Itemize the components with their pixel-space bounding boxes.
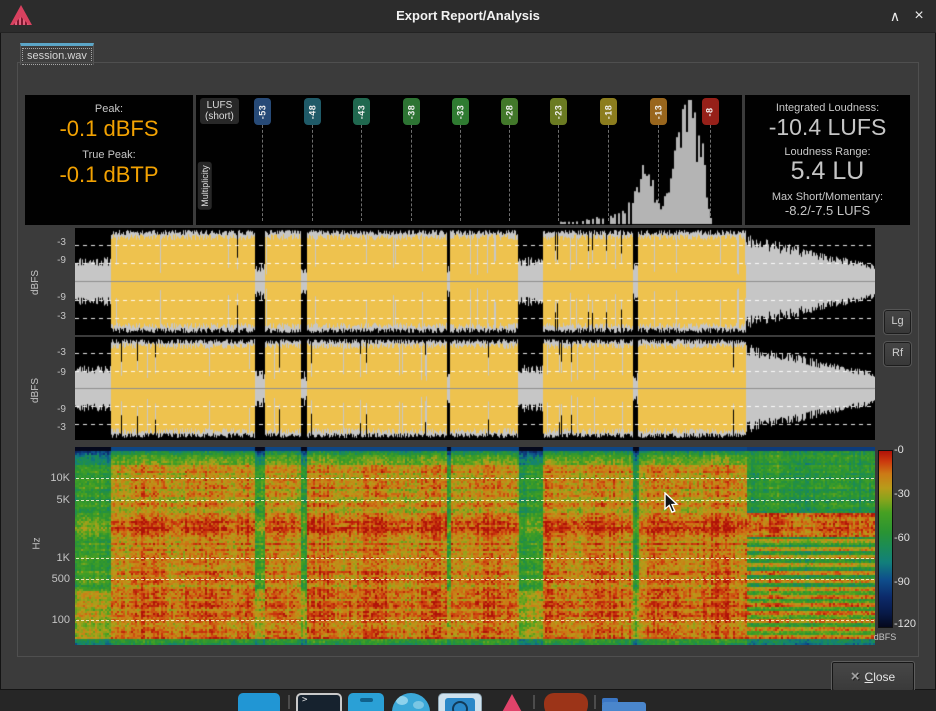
- close-button-label: Close: [865, 670, 896, 684]
- colorbar-tick: -60: [894, 532, 910, 544]
- window-title: Export Report/Analysis: [0, 8, 936, 23]
- ardour-taskbar-icon[interactable]: [500, 694, 524, 711]
- scale-badge: -28: [501, 98, 518, 125]
- freq-tick: 1K: [40, 552, 70, 564]
- freq-tick: 5K: [40, 494, 70, 506]
- close-window-icon[interactable]: ×: [908, 5, 930, 27]
- spectrogram-colorbar: [878, 450, 893, 628]
- true-peak-value: -0.1 dBTP: [25, 162, 193, 188]
- waveform-tick: -3: [40, 237, 66, 248]
- rectified-button[interactable]: Rf: [884, 342, 911, 366]
- scale-badge: -33: [452, 98, 469, 125]
- screenshot-tool-icon[interactable]: [438, 693, 482, 711]
- true-peak-label: True Peak:: [25, 149, 193, 161]
- waveform-tick: -9: [40, 404, 66, 415]
- mouse-cursor: [664, 492, 679, 514]
- taskbar-separator: [288, 695, 290, 709]
- freq-gridline: [76, 620, 874, 621]
- histogram-y-axis-label: Multiplicity: [197, 150, 213, 222]
- peak-value: -0.1 dBFS: [25, 116, 193, 142]
- shade-window-icon[interactable]: ∧: [884, 5, 906, 27]
- lufs-histogram-panel: LUFS (short) -53 -48 -43 -38 -33 -28 -23…: [196, 95, 742, 225]
- taskbar: >: [0, 690, 936, 711]
- taskbar-separator: [594, 695, 596, 709]
- scale-badge: -43: [353, 98, 370, 125]
- waveform-canvas-right: [75, 337, 875, 440]
- app-window-icon[interactable]: [238, 693, 280, 711]
- file-manager-icon[interactable]: [602, 702, 646, 711]
- colorbar-tick: -0: [894, 444, 904, 456]
- scale-badge: -8: [702, 98, 719, 125]
- waveform-tick: -9: [40, 367, 66, 378]
- freq-gridline: [76, 579, 874, 580]
- web-globe-icon[interactable]: [392, 693, 430, 711]
- waveform-tick: -3: [40, 422, 66, 433]
- colorbar-tick: -120: [894, 618, 916, 630]
- terminal-icon[interactable]: >: [296, 693, 342, 711]
- integrated-loudness-label: Integrated Loudness:: [745, 102, 910, 114]
- scale-badge: -53: [254, 98, 271, 125]
- titlebar[interactable]: Export Report/Analysis ∧ ×: [0, 0, 936, 33]
- colorbar-tick: -30: [894, 488, 910, 500]
- integrated-loudness-value: -10.4 LUFS: [745, 114, 910, 141]
- freq-gridline: [76, 478, 874, 479]
- scale-badge: -38: [403, 98, 420, 125]
- freq-tick: 10K: [40, 472, 70, 484]
- loudness-range-value: 5.4 LU: [745, 157, 910, 186]
- peak-panel: Peak: -0.1 dBFS True Peak: -0.1 dBTP: [25, 95, 193, 225]
- scale-badge: -13: [650, 98, 667, 125]
- max-short-momentary-label: Max Short/Momentary:: [745, 191, 910, 203]
- close-x-icon: ×: [851, 669, 860, 684]
- panel-app-icon[interactable]: [348, 693, 384, 711]
- waveform-left-axis-unit: dBFS: [28, 373, 42, 407]
- freq-gridline: [76, 558, 874, 559]
- colorbar-tick: -90: [894, 576, 910, 588]
- freq-tick: 500: [40, 573, 70, 585]
- logscale-button[interactable]: Lg: [884, 310, 911, 334]
- waveform-tick: -3: [40, 311, 66, 322]
- waveform-canvas-left: [75, 228, 875, 335]
- loudness-panel: Integrated Loudness: -10.4 LUFS Loudness…: [745, 95, 910, 225]
- waveform-tick: -9: [40, 255, 66, 266]
- scale-badge: -18: [600, 98, 617, 125]
- close-button[interactable]: × Close: [832, 662, 914, 691]
- taskbar-separator: [533, 695, 535, 709]
- colorbar-unit: dBFS: [860, 632, 910, 642]
- peak-label: Peak:: [25, 103, 193, 115]
- waveform-tick: -3: [40, 347, 66, 358]
- screen: Export Report/Analysis ∧ × session.wav P…: [0, 0, 936, 711]
- waveform-tick: -9: [40, 292, 66, 303]
- paint-app-icon[interactable]: [544, 693, 588, 711]
- freq-tick: 100: [40, 614, 70, 626]
- max-short-momentary-value: -8.2/-7.5 LUFS: [745, 203, 910, 218]
- scale-badge: -23: [550, 98, 567, 125]
- spectrogram-canvas: [75, 447, 875, 645]
- freq-gridline: [76, 500, 874, 501]
- scale-badge: -48: [304, 98, 321, 125]
